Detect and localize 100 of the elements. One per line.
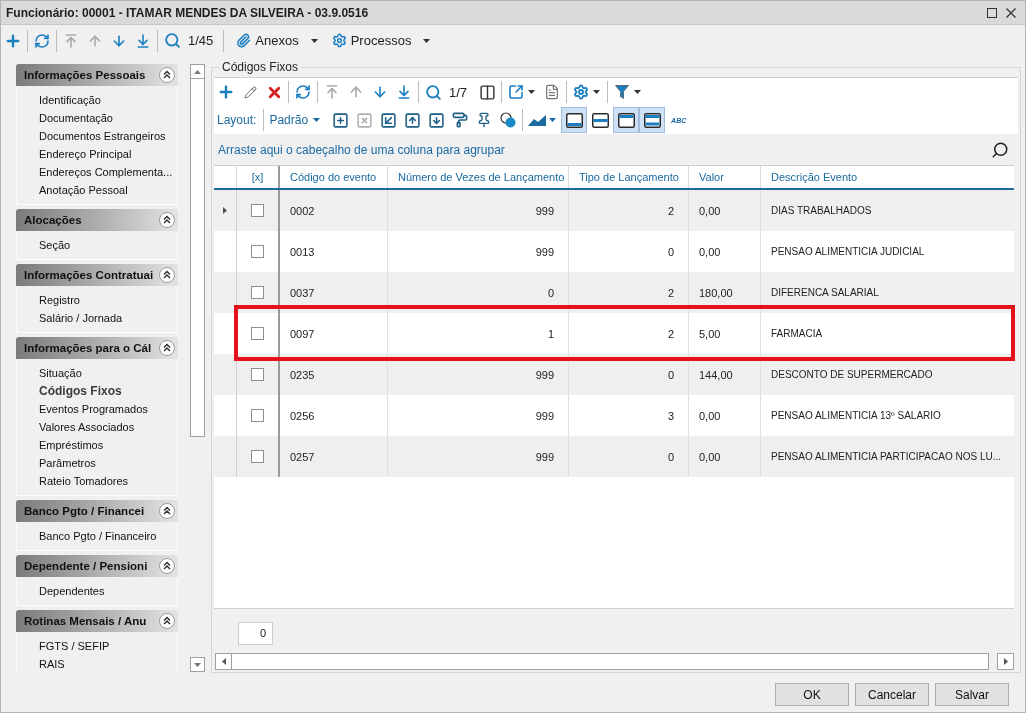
nav-item[interactable]: Endereços Complementa... [39, 163, 177, 181]
arrow-left-icon [221, 658, 226, 665]
nav-item[interactable]: Endereço Principal [39, 145, 177, 163]
view-toggle[interactable] [561, 107, 588, 133]
checkbox[interactable] [251, 450, 264, 463]
column-header[interactable]: Valor [688, 166, 760, 188]
arrow-down-to-line-icon[interactable] [135, 32, 151, 49]
chevrons-up-icon[interactable] [159, 67, 175, 83]
view-toggle[interactable] [613, 107, 640, 133]
table-row[interactable]: 0037 0 2 180,00 DIFERENCA SALARIAL [214, 272, 1014, 313]
summary-total: 0 [238, 621, 273, 645]
arrow-down-icon [194, 662, 201, 667]
caret-icon[interactable] [313, 118, 321, 122]
group-header[interactable]: Alocações [16, 209, 178, 231]
document-icon[interactable] [544, 84, 561, 100]
nav-item[interactable]: Empréstimos [39, 436, 177, 454]
nav-item[interactable]: Salário / Jornada [39, 309, 177, 327]
checkbox[interactable] [251, 368, 264, 381]
maximize-icon[interactable] [987, 7, 997, 18]
nav-item[interactable]: Documentação [39, 109, 177, 127]
column-header[interactable]: Tipo de Lançamento [568, 166, 688, 188]
group-hint: Arraste aqui o cabeçalho de uma coluna para agrupar [218, 142, 505, 157]
chevrons-up-icon[interactable] [159, 503, 175, 519]
scrollbar-thumb[interactable] [232, 653, 989, 670]
nav-item[interactable]: Eventos Programados [39, 400, 177, 418]
circles-icon[interactable] [500, 112, 517, 128]
layout-dropdown[interactable]: Padrão [266, 109, 329, 131]
scroll-left-button[interactable] [215, 653, 232, 670]
group-title: Dependente / Pensioni [24, 560, 148, 572]
scroll-right-button[interactable] [997, 653, 1014, 670]
columns-icon[interactable] [478, 83, 496, 101]
checkbox[interactable] [251, 245, 264, 258]
checkbox[interactable] [251, 286, 264, 299]
nav-item[interactable]: Situação [39, 364, 177, 382]
square-arrow-down-icon[interactable] [427, 111, 445, 129]
view-toggle[interactable] [639, 107, 666, 133]
dialog-button[interactable]: Cancelar [855, 683, 929, 706]
refresh-icon[interactable] [295, 84, 311, 100]
nav-item[interactable]: Anotação Pessoal [39, 181, 177, 199]
group-header[interactable]: Informações para o Cál [16, 337, 178, 359]
group-header[interactable]: Informações Contratuai [16, 264, 178, 286]
caret-icon[interactable] [549, 118, 557, 122]
table-cell: 0,00 [688, 436, 760, 477]
group-header[interactable]: Informações Pessoais [16, 64, 178, 86]
arrow-down-to-line-icon[interactable] [396, 84, 412, 100]
scrollbar-thumb[interactable] [190, 79, 205, 437]
chevrons-up-icon[interactable] [159, 558, 175, 574]
scroll-up-button[interactable] [190, 64, 205, 79]
funnel-icon[interactable] [615, 85, 630, 99]
paint-roller-icon[interactable] [452, 112, 469, 128]
nav-item[interactable]: Parâmetros [39, 454, 177, 472]
chevrons-up-icon[interactable] [159, 212, 175, 228]
table-row[interactable]: 0257 999 0 0,00 PENSAO ALIMENTICIA PARTICIPACAO NOS LU... [214, 436, 1014, 477]
gear-icon[interactable] [573, 84, 590, 100]
plus-icon[interactable] [217, 83, 235, 101]
table-row[interactable]: 0235 999 0 144,00 DESCONTO DE SUPERMERCADO [214, 354, 1014, 395]
nav-item[interactable]: Documentos Estrangeiros [39, 127, 177, 145]
square-arrow-up-icon[interactable] [403, 111, 421, 129]
column-header[interactable]: Código do evento [278, 166, 387, 188]
table-row[interactable]: 0002 999 2 0,00 DIAS TRABALHADOS [214, 190, 1014, 231]
dialog-button[interactable]: Salvar [935, 683, 1009, 706]
group-box-title: Códigos Fixos [221, 60, 300, 74]
dropdown-button[interactable]: Processos [321, 28, 435, 53]
caret-icon[interactable] [593, 90, 601, 94]
area-chart-icon[interactable] [528, 114, 547, 126]
caret-icon[interactable] [528, 90, 536, 94]
group-header[interactable]: Banco Pgto / Financei [16, 500, 178, 522]
refresh-icon[interactable] [34, 32, 50, 49]
caret-icon[interactable] [634, 90, 642, 94]
checkbox[interactable] [251, 204, 264, 217]
checkbox[interactable] [251, 327, 264, 340]
search-icon[interactable] [991, 140, 1009, 159]
nav-item[interactable]: Valores Associados [39, 418, 177, 436]
nav-item[interactable]: FGTS / SEFIP [39, 637, 177, 655]
checkbox[interactable] [251, 409, 264, 422]
group-header[interactable]: Dependente / Pensioni [16, 555, 178, 577]
nav-item[interactable]: Identificação [39, 91, 177, 109]
close-icon[interactable] [1006, 7, 1016, 18]
external-link-icon[interactable] [508, 84, 525, 100]
dialog-button[interactable]: OK [775, 683, 849, 706]
dropdown-button[interactable]: Anexos [226, 28, 322, 53]
table-cell: 0 [568, 436, 688, 477]
pencil-icon[interactable] [243, 85, 257, 99]
nav-item[interactable]: Códigos Fixos [39, 382, 177, 400]
chevrons-up-icon[interactable] [159, 267, 175, 283]
column-header[interactable]: Descrição Evento [760, 166, 1014, 188]
chevrons-up-icon[interactable] [159, 340, 175, 356]
nav-item[interactable]: Registro [39, 291, 177, 309]
square-plus-icon[interactable] [331, 111, 349, 129]
caret-icon[interactable] [423, 38, 431, 43]
group-title: Banco Pgto / Financei [24, 505, 145, 517]
group-header[interactable]: Rotinas Mensais / Anu [16, 610, 178, 632]
caret-icon[interactable] [310, 38, 318, 43]
nav-item[interactable]: Rateio Tomadores [39, 472, 177, 490]
chevrons-up-icon[interactable] [159, 613, 175, 629]
column-header[interactable]: [x] [236, 166, 278, 188]
nav-item[interactable]: RAIS [39, 655, 177, 673]
scroll-down-button[interactable] [190, 657, 205, 672]
arrow-up-icon [194, 69, 201, 74]
column-header[interactable]: Número de Vezes de Lançamento [387, 166, 568, 188]
